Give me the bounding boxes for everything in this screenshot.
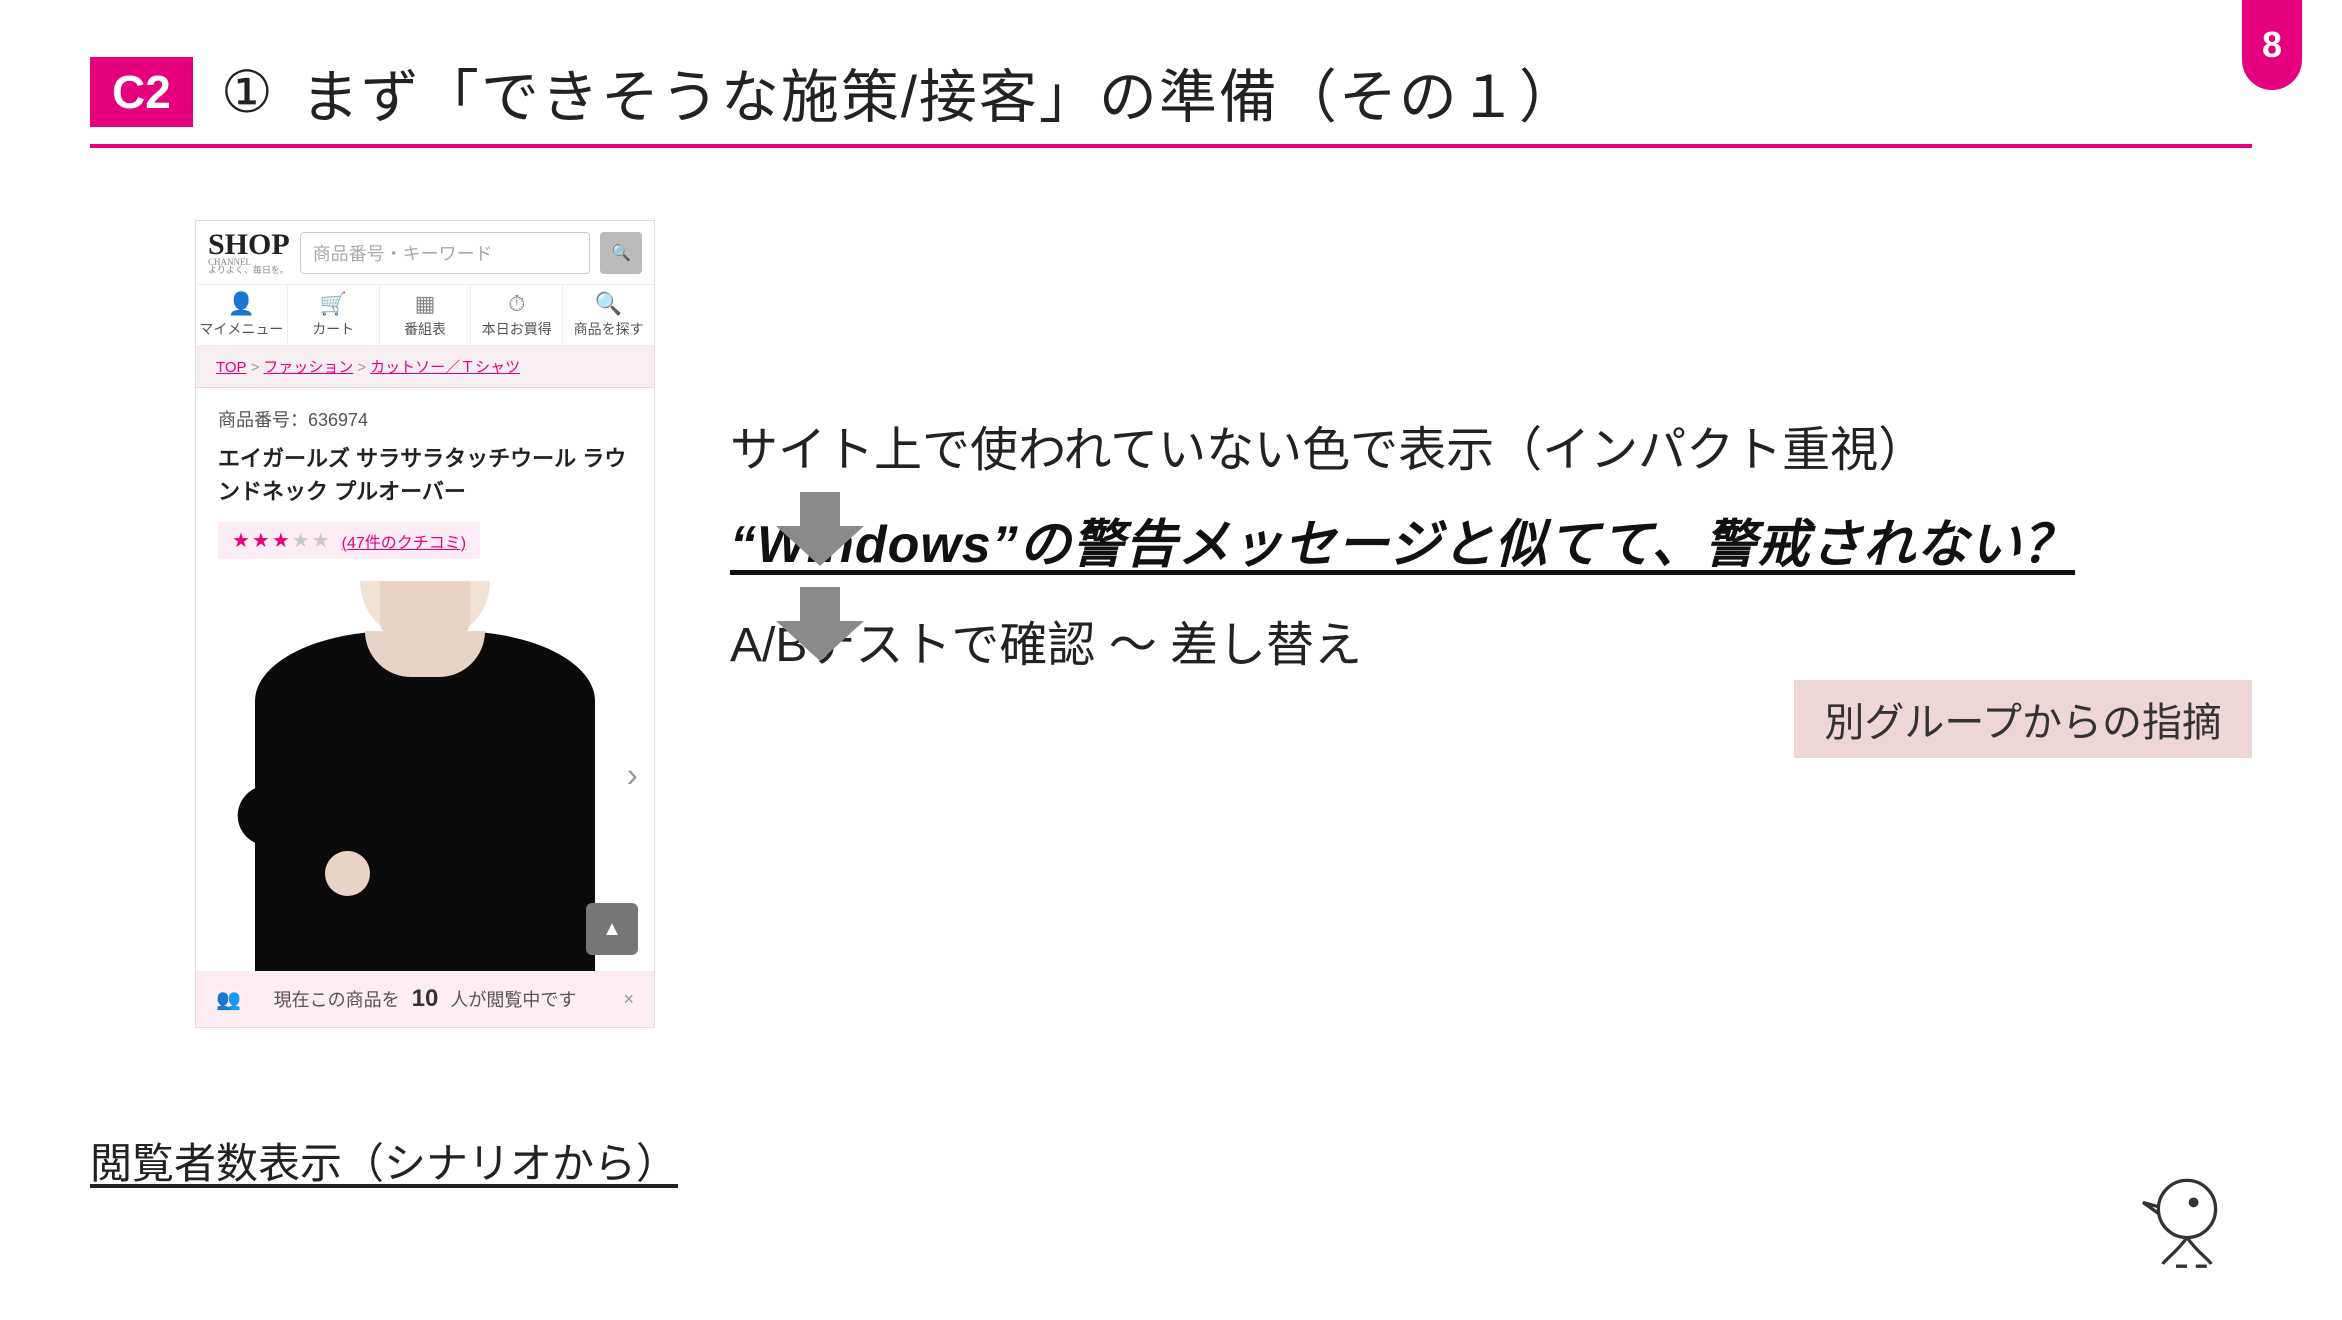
flow-step-2: “Windows”の警告メッセージと似てて、警戒されない？: [730, 502, 2252, 577]
slide-title-bar: C2 ① まず「できそうな施策/接客」の準備（その１）: [90, 50, 2252, 148]
logo-tagline: よりよく、毎日を。: [208, 266, 290, 274]
sku-label: 商品番号：: [218, 410, 308, 430]
nav-find[interactable]: 🔍 商品を探す: [563, 285, 654, 345]
breadcrumb-fashion[interactable]: ファッション: [263, 359, 353, 376]
flow-step-1: サイト上で使われていない色で表示（インパクト重視）: [730, 410, 2252, 480]
mock-header: SHOP CHANNEL よりよく、毎日を。 商品番号・キーワード 🔍: [196, 221, 654, 284]
grid-icon: ▦: [415, 293, 436, 315]
nav-mymenu[interactable]: 👤 マイメニュー: [196, 285, 288, 345]
search-placeholder: 商品番号・キーワード: [313, 240, 493, 266]
breadcrumb-category[interactable]: カットソー／Ｔシャツ: [370, 359, 520, 376]
nav-deals[interactable]: ⏱ 本日お買得: [471, 285, 563, 345]
close-icon[interactable]: ×: [623, 989, 634, 1010]
nav-cart[interactable]: 🛒 カート: [288, 285, 380, 345]
nav-find-label: 商品を探す: [574, 319, 644, 339]
shop-logo: SHOP CHANNEL よりよく、毎日を。: [208, 231, 290, 274]
nav-mymenu-label: マイメニュー: [199, 319, 283, 339]
nav-schedule[interactable]: ▦ 番組表: [380, 285, 472, 345]
sku-value: 636974: [308, 410, 368, 430]
viewbar-suffix: 人が閲覧中です: [450, 986, 576, 1012]
flow-step-3: A/Bテストで確認 〜 差し替え: [730, 605, 2252, 675]
search-button[interactable]: 🔍: [600, 232, 642, 274]
mobile-mockup: SHOP CHANNEL よりよく、毎日を。 商品番号・キーワード 🔍 👤 マイ…: [195, 220, 655, 1028]
nav-deals-label: 本日お買得: [482, 319, 552, 339]
viewbar-count: 10: [412, 985, 439, 1013]
rating-row[interactable]: ★★★★★ (47件のクチコミ): [218, 522, 480, 559]
review-link[interactable]: (47件のクチコミ): [342, 529, 466, 553]
scroll-top-button[interactable]: ▲: [586, 903, 638, 955]
clock-icon: ⏱: [508, 293, 525, 315]
breadcrumb-top[interactable]: TOP: [216, 359, 247, 376]
nav-schedule-label: 番組表: [404, 319, 446, 339]
nav-cart-label: カート: [312, 319, 354, 339]
chick-icon: [2132, 1165, 2242, 1280]
product-name: エイガールズ サラサラタッチウール ラウンドネック プルオーバー: [218, 442, 632, 508]
chevron-right-icon[interactable]: ›: [627, 757, 638, 796]
chevron-up-icon: ▲: [602, 918, 622, 941]
mock-nav: 👤 マイメニュー 🛒 カート ▦ 番組表 ⏱ 本日お買得 🔍 商品を探す: [196, 284, 654, 346]
review-count: 47: [347, 535, 365, 552]
star-rating: ★★★★★: [232, 528, 332, 553]
search-input[interactable]: 商品番号・キーワード: [300, 232, 590, 274]
product-image: › ▲: [196, 581, 654, 971]
viewbar-prefix: 現在この商品を: [274, 986, 400, 1012]
model-illustration: [255, 581, 595, 971]
sku-row: 商品番号：636974: [218, 406, 632, 432]
flow-diagram: サイト上で使われていない色で表示（インパクト重視） “Windows”の警告メッ…: [730, 410, 2252, 675]
review-suffix: 件のクチコミ): [365, 535, 466, 552]
cart-icon: 🛒: [319, 293, 346, 315]
people-icon: 👥: [216, 987, 241, 1012]
section-badge: C2: [90, 57, 193, 127]
step-number: ①: [221, 58, 273, 126]
mock-caption: 閲覧者数表示（シナリオから）: [90, 1130, 678, 1191]
magnifier-icon: 🔍: [595, 293, 622, 315]
mock-body: 商品番号：636974 エイガールズ サラサラタッチウール ラウンドネック プル…: [196, 388, 654, 971]
slide-title: まず「できそうな施策/接客」の準備（その１）: [301, 50, 1579, 134]
breadcrumb: TOP>ファッション>カットソー／Ｔシャツ: [196, 346, 654, 388]
viewing-now-bar: 👥 現在この商品を 10 人が閲覧中です ×: [196, 971, 654, 1027]
search-icon: 🔍: [611, 243, 631, 263]
feedback-tag: 別グループからの指摘: [1794, 680, 2252, 758]
user-icon: 👤: [228, 293, 255, 315]
